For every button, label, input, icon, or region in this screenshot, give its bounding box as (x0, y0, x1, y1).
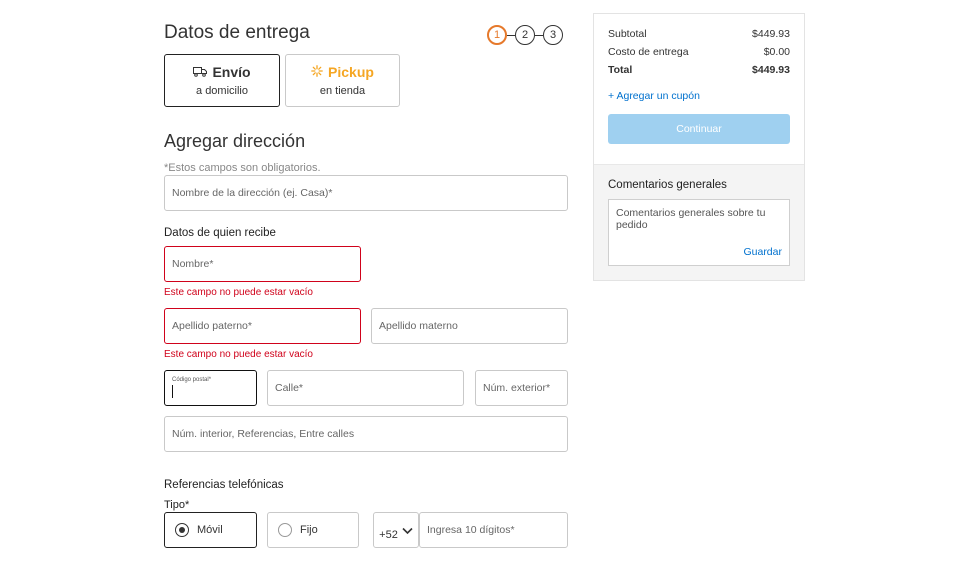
order-summary: Subtotal $449.93 Costo de entrega $0.00 … (593, 13, 805, 281)
total-label: Total (608, 64, 633, 76)
address-title: Agregar dirección (164, 131, 306, 151)
delivery-option-envio[interactable]: Envío a domicilio (164, 54, 280, 107)
comments-textarea[interactable] (616, 207, 782, 247)
num-interior-field[interactable] (164, 416, 568, 452)
apellido-paterno-error: Este campo no puede estar vacío (164, 349, 313, 360)
shipping-label: Costo de entrega (608, 46, 689, 58)
phone-type-movil[interactable]: Móvil (164, 512, 257, 548)
required-note: *Estos campos son obligatorios. (164, 162, 321, 174)
checkout-stepper: 1 2 3 (487, 25, 563, 45)
step-2: 2 (515, 25, 535, 45)
radio-unchecked-icon[interactable] (278, 523, 292, 537)
truck-icon (193, 64, 208, 80)
phone-type-fijo-label: Fijo (300, 524, 318, 536)
apellido-paterno-input[interactable] (165, 309, 360, 343)
delivery-option-subtitle: a domicilio (196, 85, 248, 97)
comments-box[interactable]: Guardar (608, 199, 790, 266)
continue-button[interactable]: Continuar (608, 114, 790, 144)
nombre-input[interactable] (165, 247, 360, 281)
receiver-title: Datos de quien recibe (164, 227, 276, 239)
subtotal-value: $449.93 (752, 28, 790, 40)
address-name-input[interactable] (165, 176, 567, 210)
add-coupon-link[interactable]: + Agregar un cupón (608, 90, 790, 102)
radio-checked-icon[interactable] (175, 523, 189, 537)
shipping-row: Costo de entrega $0.00 (608, 46, 790, 58)
step-connector (507, 34, 515, 36)
page-title: Datos de entrega (164, 22, 310, 43)
calle-field[interactable] (267, 370, 464, 406)
subtotal-row: Subtotal $449.93 (608, 28, 790, 40)
delivery-option-subtitle: en tienda (319, 85, 366, 97)
phone-type-fijo[interactable]: Fijo (267, 512, 359, 548)
country-code-value: +52 (379, 529, 398, 541)
delivery-option-pickup[interactable]: Pickup en tienda (285, 54, 400, 107)
spark-icon (311, 64, 323, 80)
codigo-postal-field[interactable]: Código postal* (164, 370, 257, 406)
delivery-option-title: Envío (212, 64, 251, 80)
phone-title: Referencias telefónicas (164, 479, 284, 491)
num-exterior-input[interactable] (476, 371, 567, 405)
total-row: Total $449.93 (608, 64, 790, 76)
nombre-error: Este campo no puede estar vacío (164, 287, 313, 298)
calle-input[interactable] (268, 371, 463, 405)
phone-type-movil-label: Móvil (197, 524, 223, 536)
delivery-option-title: Pickup (328, 64, 374, 80)
step-connector (535, 34, 543, 36)
codigo-postal-label: Código postal* (172, 377, 212, 383)
save-comments-link[interactable]: Guardar (743, 246, 782, 258)
chevron-down-icon (402, 527, 413, 541)
country-code-select[interactable]: +52 (373, 512, 419, 548)
phone-number-input[interactable] (420, 513, 567, 547)
phone-number-field[interactable] (419, 512, 568, 548)
comments-title: Comentarios generales (608, 179, 727, 191)
subtotal-label: Subtotal (608, 28, 647, 40)
num-interior-input[interactable] (165, 417, 567, 451)
apellido-paterno-field[interactable] (164, 308, 361, 344)
apellido-materno-field[interactable] (371, 308, 568, 344)
step-3: 3 (543, 25, 563, 45)
nombre-field[interactable] (164, 246, 361, 282)
num-exterior-field[interactable] (475, 370, 568, 406)
text-cursor (172, 385, 173, 398)
address-name-field[interactable] (164, 175, 568, 211)
apellido-materno-input[interactable] (372, 309, 567, 343)
phone-type-label: Tipo* (164, 499, 190, 511)
shipping-value: $0.00 (763, 46, 790, 58)
step-1: 1 (487, 25, 507, 45)
total-value: $449.93 (752, 64, 790, 76)
